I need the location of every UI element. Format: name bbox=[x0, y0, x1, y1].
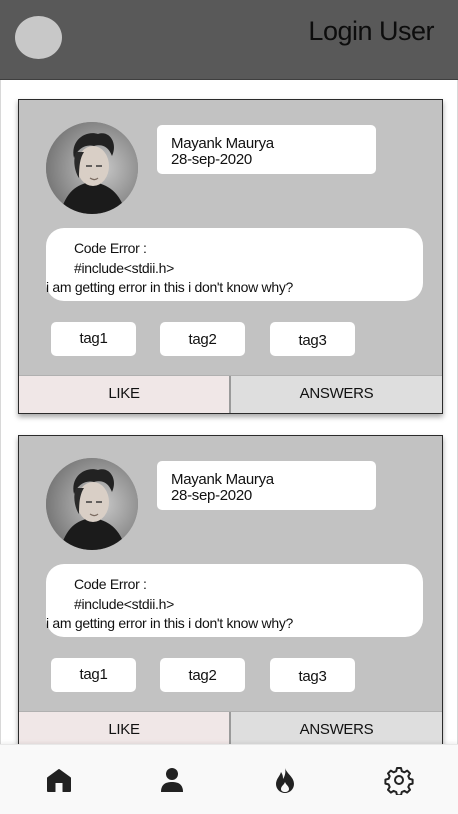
user-avatar[interactable] bbox=[15, 16, 62, 59]
post-actions: LIKE ANSWERS bbox=[19, 375, 442, 413]
tag-chip[interactable]: tag1 bbox=[51, 658, 136, 692]
nav-home-button[interactable] bbox=[44, 765, 74, 795]
author-name: Mayank Maurya bbox=[171, 471, 274, 488]
post-feed[interactable]: Mayank Maurya 28-sep-2020 Code Error : #… bbox=[0, 80, 458, 744]
person-icon bbox=[161, 768, 183, 792]
answers-button[interactable]: ANSWERS bbox=[231, 376, 442, 413]
page-title: Login User bbox=[308, 16, 434, 46]
bottom-nav bbox=[0, 744, 458, 814]
post-actions: LIKE ANSWERS bbox=[19, 711, 442, 744]
author-name: Mayank Maurya bbox=[171, 135, 274, 152]
question-line: #include<stdii.h> bbox=[74, 259, 174, 276]
flame-icon bbox=[276, 768, 294, 793]
nav-settings-button[interactable] bbox=[384, 765, 414, 797]
tag-chip[interactable]: tag2 bbox=[160, 322, 245, 356]
author-avatar[interactable] bbox=[46, 122, 138, 214]
nav-trending-button[interactable] bbox=[270, 765, 300, 795]
question-line: i am getting error in this i don't know … bbox=[46, 615, 294, 631]
question-line: #include<stdii.h> bbox=[74, 595, 174, 612]
question-content: Code Error : #include<stdii.h> i am gett… bbox=[46, 564, 423, 637]
question-line: i am getting error in this i don't know … bbox=[46, 279, 294, 295]
post-date: 28-sep-2020 bbox=[171, 151, 252, 168]
author-info: Mayank Maurya 28-sep-2020 bbox=[157, 461, 376, 510]
tag-chip[interactable]: tag2 bbox=[160, 658, 245, 692]
tag-chip[interactable]: tag3 bbox=[270, 658, 355, 692]
post-card: Mayank Maurya 28-sep-2020 Code Error : #… bbox=[18, 435, 443, 744]
home-icon bbox=[47, 769, 71, 792]
question-line: Code Error : bbox=[74, 240, 147, 256]
question-line: Code Error : bbox=[74, 576, 147, 592]
tag-chip[interactable]: tag1 bbox=[51, 322, 136, 356]
post-date: 28-sep-2020 bbox=[171, 487, 252, 504]
nav-profile-button[interactable] bbox=[157, 765, 187, 795]
like-button[interactable]: LIKE bbox=[19, 376, 231, 413]
author-info: Mayank Maurya 28-sep-2020 bbox=[157, 125, 376, 174]
app-bar: Login User bbox=[0, 0, 458, 80]
like-button[interactable]: LIKE bbox=[19, 712, 231, 744]
author-avatar[interactable] bbox=[46, 458, 138, 550]
gear-icon bbox=[384, 767, 414, 797]
tag-chip[interactable]: tag3 bbox=[270, 322, 355, 356]
post-card: Mayank Maurya 28-sep-2020 Code Error : #… bbox=[18, 99, 443, 414]
question-content: Code Error : #include<stdii.h> i am gett… bbox=[46, 228, 423, 301]
answers-button[interactable]: ANSWERS bbox=[231, 712, 442, 744]
